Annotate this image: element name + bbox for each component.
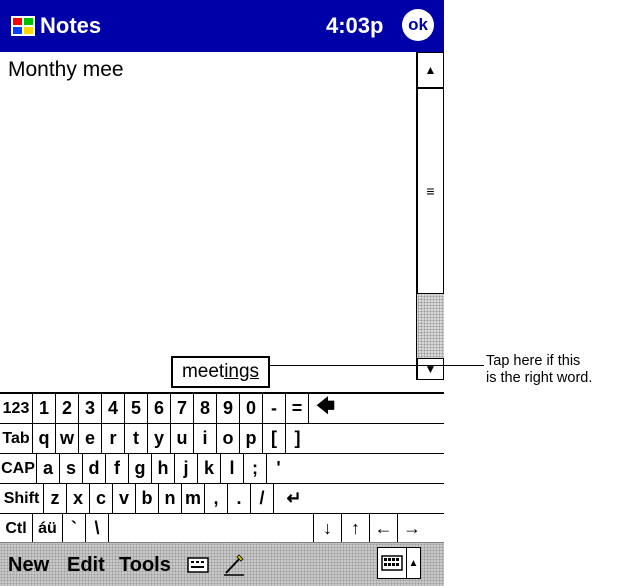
vertical-scrollbar[interactable]: ▲ ≡ ▼	[417, 52, 444, 380]
key-accents[interactable]: áü	[33, 514, 63, 543]
key-2[interactable]: 2	[56, 394, 79, 423]
key-z[interactable]: z	[44, 484, 67, 513]
key-v[interactable]: v	[113, 484, 136, 513]
keyboard-icon	[381, 555, 403, 571]
key-left-bracket[interactable]: [	[263, 424, 286, 453]
key-shift[interactable]: Shift	[0, 484, 44, 513]
key-9[interactable]: 9	[217, 394, 240, 423]
key-5[interactable]: 5	[125, 394, 148, 423]
key-i[interactable]: i	[194, 424, 217, 453]
key-y[interactable]: y	[148, 424, 171, 453]
key-caps[interactable]: CAP	[0, 454, 37, 483]
keyboard-recorder-icon[interactable]	[187, 556, 209, 574]
key-n[interactable]: n	[159, 484, 182, 513]
key-1[interactable]: 1	[33, 394, 56, 423]
key-6[interactable]: 6	[148, 394, 171, 423]
key-arrow-up[interactable]: ↑	[342, 514, 370, 543]
key-j[interactable]: j	[175, 454, 198, 483]
key-g[interactable]: g	[129, 454, 152, 483]
menu-bar: New Edit Tools ▲	[0, 542, 444, 586]
start-flag-icon[interactable]	[10, 14, 36, 38]
key-right-bracket[interactable]: ]	[286, 424, 309, 453]
keyboard-row-control: Ctl áü ` \ ↓ ↑ ← →	[0, 514, 444, 544]
key-c[interactable]: c	[90, 484, 113, 513]
soft-keyboard: 123 1 2 3 4 5 6 7 8 9 0 - = 🡄 Tab q w e …	[0, 392, 444, 544]
key-equals[interactable]: =	[286, 394, 309, 423]
key-slash[interactable]: /	[251, 484, 274, 513]
key-arrow-right[interactable]: →	[398, 514, 426, 543]
key-d[interactable]: d	[83, 454, 106, 483]
keyboard-row-qwerty: Tab q w e r t y u i o p [ ]	[0, 424, 444, 454]
key-u[interactable]: u	[171, 424, 194, 453]
key-arrow-left[interactable]: ←	[370, 514, 398, 543]
enter-key[interactable]: ↵	[274, 484, 314, 513]
clock[interactable]: 4:03p	[326, 13, 383, 39]
key-e[interactable]: e	[79, 424, 102, 453]
annotation-line-2: is the right word.	[486, 370, 593, 386]
scroll-thumb[interactable]: ≡	[417, 88, 444, 294]
key-comma[interactable]: ,	[205, 484, 228, 513]
key-3[interactable]: 3	[79, 394, 102, 423]
keyboard-row-numbers: 123 1 2 3 4 5 6 7 8 9 0 - = 🡄	[0, 394, 444, 424]
key-b[interactable]: b	[136, 484, 159, 513]
key-p[interactable]: p	[240, 424, 263, 453]
key-x[interactable]: x	[67, 484, 90, 513]
key-o[interactable]: o	[217, 424, 240, 453]
pen-icon[interactable]	[222, 553, 246, 577]
key-apostrophe[interactable]: '	[267, 454, 290, 483]
key-4[interactable]: 4	[102, 394, 125, 423]
key-semicolon[interactable]: ;	[244, 454, 267, 483]
key-m[interactable]: m	[182, 484, 205, 513]
input-method-menu-arrow[interactable]: ▲	[407, 547, 421, 579]
key-7[interactable]: 7	[171, 394, 194, 423]
scroll-down-button[interactable]: ▼	[417, 358, 444, 380]
key-w[interactable]: w	[56, 424, 79, 453]
ok-button[interactable]: ok	[402, 9, 434, 41]
keyboard-row-bottom: Shift z x c v b n m , . / ↵	[0, 484, 444, 514]
callout-line	[270, 365, 484, 366]
annotation-line-1: Tap here if this	[486, 353, 581, 369]
key-k[interactable]: k	[198, 454, 221, 483]
callout-annotation: Tap here if this is the right word.	[486, 353, 631, 387]
scroll-up-button[interactable]: ▲	[417, 52, 444, 88]
backspace-key[interactable]: 🡄	[309, 394, 342, 423]
key-0[interactable]: 0	[240, 394, 263, 423]
suggestion-prefix: meet	[181, 361, 225, 382]
key-123[interactable]: 123	[0, 394, 33, 423]
key-minus[interactable]: -	[263, 394, 286, 423]
note-text: Monthy mee	[8, 58, 124, 81]
suggestion-completion: ings	[224, 361, 260, 382]
keyboard-row-home: CAP a s d f g h j k l ; '	[0, 454, 444, 484]
menu-edit[interactable]: Edit	[67, 554, 105, 577]
space-bar[interactable]	[109, 514, 314, 543]
key-t[interactable]: t	[125, 424, 148, 453]
key-backtick[interactable]: `	[63, 514, 86, 543]
key-a[interactable]: a	[37, 454, 60, 483]
key-r[interactable]: r	[102, 424, 125, 453]
note-editor[interactable]: Monthy mee	[0, 52, 417, 380]
key-ctrl[interactable]: Ctl	[0, 514, 33, 543]
key-arrow-down[interactable]: ↓	[314, 514, 342, 543]
word-suggestion[interactable]: meet ings	[171, 356, 270, 388]
key-period[interactable]: .	[228, 484, 251, 513]
pocket-pc-screen: Notes 4:03p ok Monthy mee ▲ ≡ ▼ meet ings…	[0, 0, 444, 586]
app-title: Notes	[40, 13, 102, 38]
key-f[interactable]: f	[106, 454, 129, 483]
key-8[interactable]: 8	[194, 394, 217, 423]
key-backslash[interactable]: \	[86, 514, 109, 543]
input-panel-button[interactable]	[377, 547, 407, 579]
menu-new[interactable]: New	[8, 554, 49, 577]
key-h[interactable]: h	[152, 454, 175, 483]
key-tab[interactable]: Tab	[0, 424, 33, 453]
key-q[interactable]: q	[33, 424, 56, 453]
menu-tools[interactable]: Tools	[119, 554, 171, 577]
title-bar: Notes 4:03p ok	[0, 0, 444, 52]
key-l[interactable]: l	[221, 454, 244, 483]
key-s[interactable]: s	[60, 454, 83, 483]
